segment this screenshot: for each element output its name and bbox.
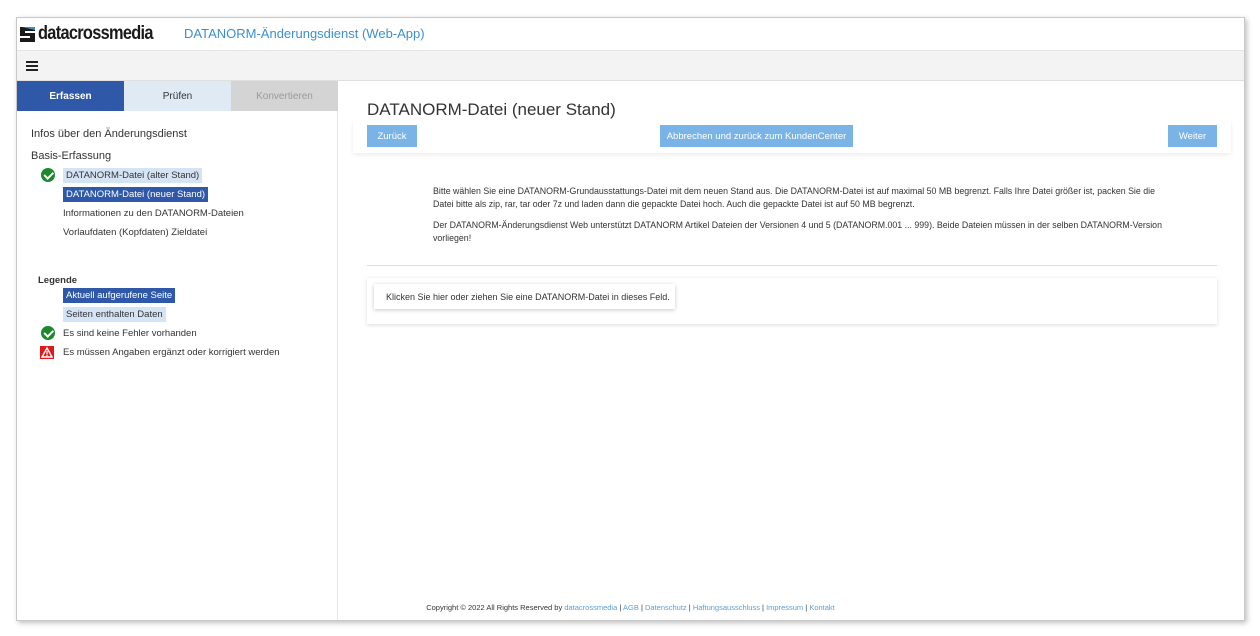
file-drop-zone[interactable]: Klicken Sie hier oder ziehen Sie eine DA… <box>374 284 675 309</box>
tab-pruefen[interactable]: Prüfen <box>124 81 231 111</box>
info-text-versions: Der DATANORM-Änderungsdienst Web unterst… <box>433 220 1162 243</box>
main-content: DATANORM-Datei (neuer Stand) Zurück Abbr… <box>339 81 1244 596</box>
check-icon <box>41 326 55 340</box>
sidebar-item-label: DATANORM-Datei (neuer Stand) <box>63 186 209 202</box>
menu-bar <box>17 51 1244 81</box>
footer: Copyright © 2022 All Rights Reserved by … <box>426 603 835 612</box>
sidebar-item-label: Vorlaufdaten (Kopfdaten) Zieldatei <box>63 226 208 238</box>
legend-label: Seiten enthalten Daten <box>63 306 166 322</box>
divider <box>367 265 1217 266</box>
sidebar: Erfassen Prüfen Konvertieren Infos über … <box>17 81 338 620</box>
footer-link-haftungsausschluss[interactable]: Haftungsausschluss <box>693 603 760 612</box>
footer-link-impressum[interactable]: Impressum <box>766 603 803 612</box>
footer-link-datenschutz[interactable]: Datenschutz <box>645 603 687 612</box>
logo[interactable]: datacrossmedia <box>19 23 171 44</box>
step-tabs: Erfassen Prüfen Konvertieren <box>17 81 338 111</box>
footer-brand-link[interactable]: datacrossmedia <box>564 603 617 612</box>
page-title: DATANORM-Datei (neuer Stand) <box>367 100 616 119</box>
sidebar-link-info[interactable]: Infos über den Änderungsdienst <box>31 128 187 140</box>
sidebar-item-label: DATANORM-Datei (alter Stand) <box>63 167 203 183</box>
back-button[interactable]: Zurück <box>367 125 417 147</box>
sidebar-item-label: Informationen zu den DATANORM-Dateien <box>63 207 244 219</box>
check-icon <box>41 168 55 182</box>
legend-label: Es müssen Angaben ergänzt oder korrigier… <box>63 346 280 358</box>
footer-copyright: Copyright © 2022 All Rights Reserved by <box>426 603 563 612</box>
logo-text: datacrossmedia <box>38 23 153 44</box>
cancel-button[interactable]: Abbrechen und zurück zum KundenCenter <box>660 125 853 147</box>
hamburger-menu-icon[interactable] <box>26 61 38 71</box>
warning-icon <box>40 345 54 359</box>
top-bar: datacrossmedia DATANORM-Änderungsdienst … <box>17 18 1244 51</box>
action-bar: Zurück Abbrechen und zurück zum KundenCe… <box>353 121 1231 153</box>
tab-erfassen[interactable]: Erfassen <box>17 81 124 111</box>
footer-link-agb[interactable]: AGB <box>623 603 639 612</box>
app-title: DATANORM-Änderungsdienst (Web-App) <box>184 26 425 41</box>
upload-panel: Klicken Sie hier oder ziehen Sie eine DA… <box>367 278 1217 324</box>
sidebar-heading-basis: Basis-Erfassung <box>31 150 112 162</box>
legend-label: Es sind keine Fehler vorhanden <box>63 327 197 339</box>
logo-mark-icon <box>19 26 36 43</box>
next-button[interactable]: Weiter <box>1168 125 1217 147</box>
tab-konvertieren: Konvertieren <box>231 81 338 111</box>
info-text-upload: Bitte wählen Sie eine DATANORM-Grundauss… <box>433 186 1155 209</box>
legend-title: Legende <box>38 275 78 286</box>
footer-link-kontakt[interactable]: Kontakt <box>809 603 834 612</box>
legend-label: Aktuell aufgerufene Seite <box>63 287 176 303</box>
app-window: datacrossmedia DATANORM-Änderungsdienst … <box>16 17 1245 621</box>
